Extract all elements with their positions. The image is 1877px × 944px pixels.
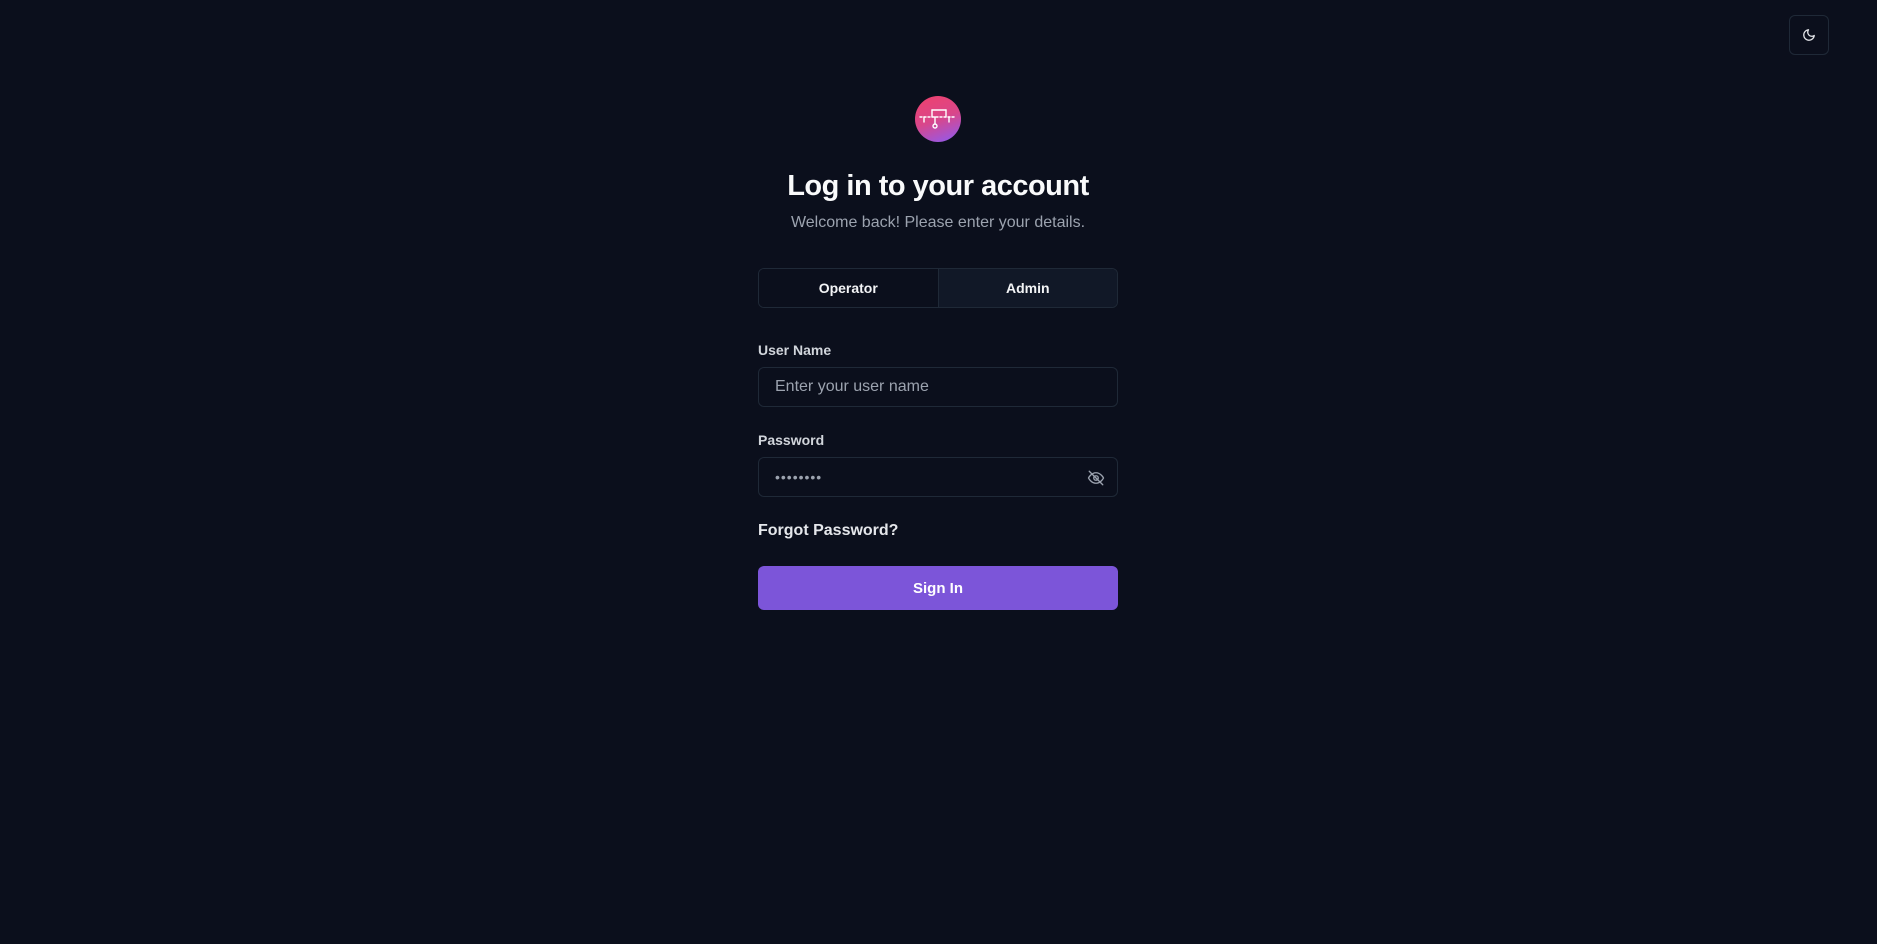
eye-off-icon[interactable] [1087, 469, 1105, 487]
sign-in-button[interactable]: Sign In [758, 566, 1118, 610]
page-subtitle: Welcome back! Please enter your details. [790, 214, 1086, 231]
page-title: Log in to your account [787, 170, 1089, 202]
forgot-password-link[interactable]: Forgot Password? [758, 521, 898, 541]
role-tabs: Operator Admin [758, 268, 1118, 308]
network-logo-icon [919, 109, 957, 129]
password-field-wrapper [758, 457, 1118, 497]
username-input[interactable] [759, 368, 1117, 406]
brand-logo [915, 96, 961, 142]
moon-icon [1803, 29, 1815, 41]
tab-admin[interactable]: Admin [937, 269, 1117, 307]
password-input[interactable] [759, 458, 1117, 496]
username-field-wrapper [758, 367, 1118, 407]
username-label: User Name [758, 342, 832, 358]
login-form: Log in to your account Welcome back! Ple… [758, 96, 1118, 610]
tab-operator[interactable]: Operator [759, 269, 938, 307]
password-label: Password [758, 432, 825, 448]
theme-toggle-button[interactable] [1789, 15, 1829, 55]
